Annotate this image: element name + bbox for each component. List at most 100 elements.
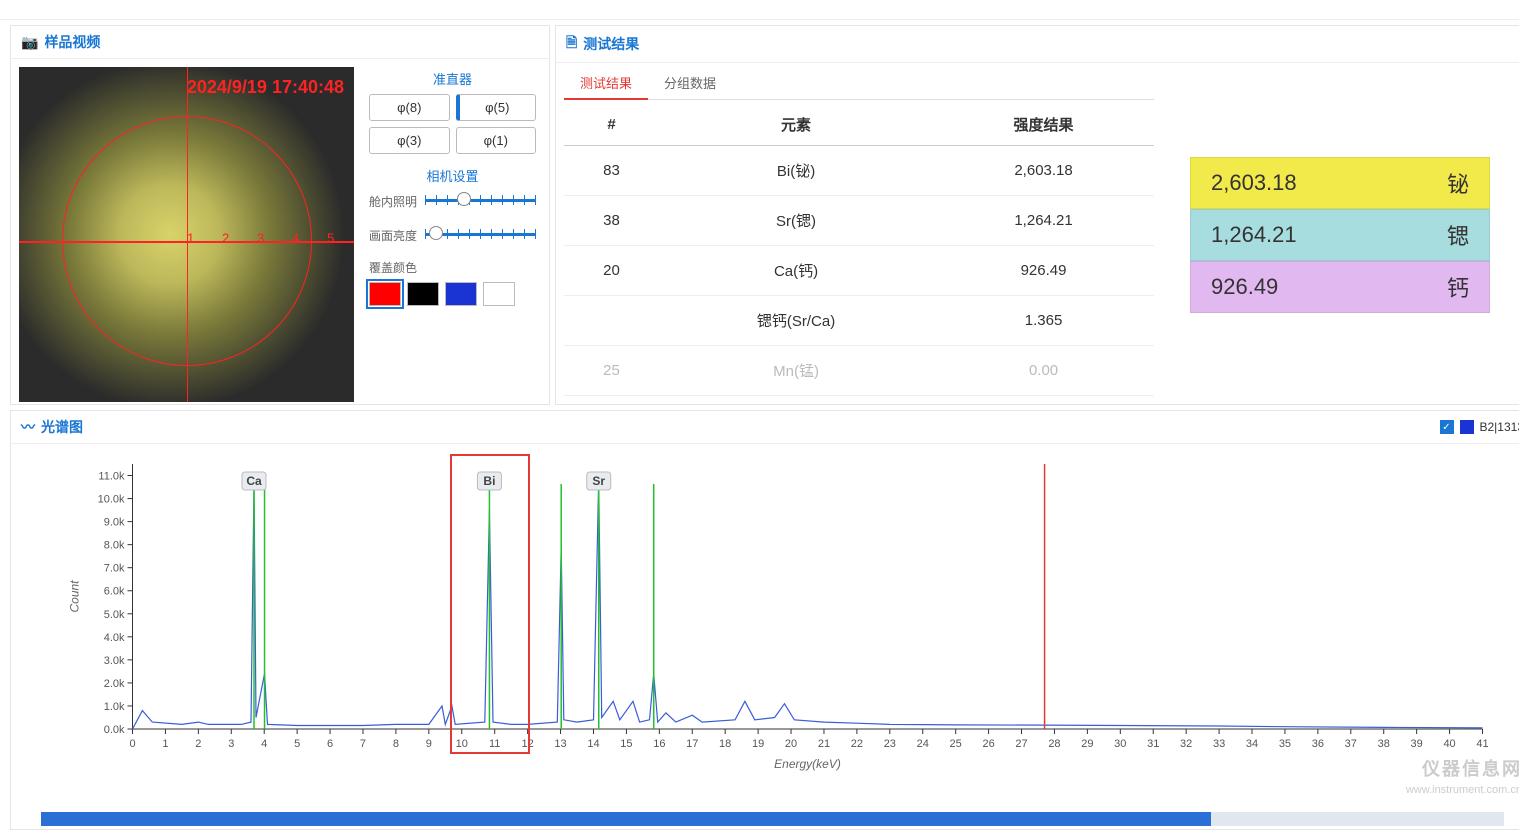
svg-text:39: 39 bbox=[1411, 738, 1423, 750]
spectrum-scrollbar[interactable] bbox=[41, 812, 1504, 826]
overlay-label: 覆盖颜色 bbox=[369, 259, 536, 276]
results-block-chart: 2,603.18铋1,264.21锶926.49钙 bbox=[1190, 157, 1490, 313]
brightness-label: 画面亮度 bbox=[369, 227, 425, 244]
svg-text:32: 32 bbox=[1180, 738, 1192, 750]
color-swatch[interactable] bbox=[445, 282, 477, 306]
cell: 2,603.18 bbox=[933, 146, 1154, 196]
svg-text:18: 18 bbox=[719, 738, 731, 750]
cell: Ca(钙) bbox=[659, 246, 933, 296]
tab[interactable]: 分组数据 bbox=[648, 67, 732, 99]
tab[interactable]: 测试结果 bbox=[564, 67, 648, 100]
svg-text:21: 21 bbox=[818, 738, 830, 750]
collimator-title: 准直器 bbox=[369, 69, 536, 88]
svg-text:7.0k: 7.0k bbox=[104, 563, 125, 575]
spectrum-chart[interactable]: 0.0k1.0k2.0k3.0k4.0k5.0k6.0k7.0k8.0k9.0k… bbox=[51, 454, 1504, 774]
collimator-button[interactable]: φ(8) bbox=[369, 94, 450, 121]
svg-text:22: 22 bbox=[851, 738, 863, 750]
svg-text:7: 7 bbox=[360, 738, 366, 750]
legend-checkbox[interactable]: ✓ bbox=[1440, 420, 1454, 434]
cell: 83 bbox=[564, 146, 659, 196]
svg-text:Bi: Bi bbox=[483, 474, 495, 488]
svg-text:34: 34 bbox=[1246, 738, 1258, 750]
svg-text:9: 9 bbox=[426, 738, 432, 750]
table-row[interactable]: 25Mn(锰)0.00 bbox=[564, 346, 1154, 396]
illum-slider[interactable] bbox=[425, 191, 536, 211]
block-element: 铋 bbox=[1429, 167, 1469, 199]
cell: Sr(锶) bbox=[659, 196, 933, 246]
svg-text:13: 13 bbox=[554, 738, 566, 750]
results-table: #元素强度结果 83Bi(铋)2,603.1838Sr(锶)1,264.2120… bbox=[564, 104, 1154, 396]
panel-title: 测试结果 bbox=[583, 34, 639, 54]
svg-text:0.0k: 0.0k bbox=[104, 724, 125, 736]
svg-text:4: 4 bbox=[261, 738, 267, 750]
cell: Mn(锰) bbox=[659, 346, 933, 396]
block-element: 钙 bbox=[1429, 271, 1469, 303]
cell: 38 bbox=[564, 196, 659, 246]
camera-icon: 📷 bbox=[21, 34, 38, 51]
svg-text:11.0k: 11.0k bbox=[98, 471, 125, 483]
svg-text:5: 5 bbox=[294, 738, 300, 750]
result-block: 2,603.18铋 bbox=[1190, 157, 1490, 209]
illum-label: 舱内照明 bbox=[369, 193, 425, 210]
sample-video-panel: 📷 样品视频 2024/9/19 17:40:48 12345 准直器 φ(8)… bbox=[10, 25, 550, 405]
svg-text:36: 36 bbox=[1312, 738, 1324, 750]
panel-title: 样品视频 bbox=[44, 32, 100, 52]
cell bbox=[564, 296, 659, 346]
svg-text:4.0k: 4.0k bbox=[104, 632, 125, 644]
svg-text:1.0k: 1.0k bbox=[104, 701, 125, 713]
scrollbar-thumb[interactable] bbox=[41, 812, 1211, 826]
svg-text:Sr: Sr bbox=[592, 474, 605, 488]
tabs: 测试结果分组数据 bbox=[564, 67, 1154, 100]
svg-text:0: 0 bbox=[129, 738, 135, 750]
collimator-button[interactable]: φ(3) bbox=[369, 127, 450, 154]
column-header: # bbox=[564, 104, 659, 146]
table-row[interactable]: 38Sr(锶)1,264.21 bbox=[564, 196, 1154, 246]
panel-title: 光谱图 bbox=[41, 417, 83, 437]
color-swatch[interactable] bbox=[407, 282, 439, 306]
panel-header: 🗎 测试结果 bbox=[556, 26, 1519, 63]
color-swatch[interactable] bbox=[369, 282, 401, 306]
svg-text:3: 3 bbox=[228, 738, 234, 750]
overlay-color-row bbox=[369, 282, 536, 306]
collimator-button[interactable]: φ(1) bbox=[456, 127, 537, 154]
cell: 20 bbox=[564, 246, 659, 296]
ruler-tick: 3 bbox=[257, 231, 264, 246]
svg-text:31: 31 bbox=[1147, 738, 1159, 750]
svg-text:19: 19 bbox=[752, 738, 764, 750]
svg-text:Count: Count bbox=[68, 580, 82, 613]
watermark: 仪器信息网 www.instrument.com.cn bbox=[1406, 757, 1519, 798]
svg-text:33: 33 bbox=[1213, 738, 1225, 750]
ruler-tick: 1 bbox=[187, 231, 194, 246]
svg-text:12: 12 bbox=[521, 738, 533, 750]
legend-swatch bbox=[1460, 420, 1474, 434]
svg-text:10: 10 bbox=[456, 738, 468, 750]
svg-text:35: 35 bbox=[1279, 738, 1291, 750]
result-block: 1,264.21锶 bbox=[1190, 209, 1490, 261]
color-swatch[interactable] bbox=[483, 282, 515, 306]
brightness-slider[interactable] bbox=[425, 225, 536, 245]
svg-text:8.0k: 8.0k bbox=[104, 540, 125, 552]
column-header: 元素 bbox=[659, 104, 933, 146]
cell: 0.00 bbox=[933, 346, 1154, 396]
svg-text:25: 25 bbox=[950, 738, 962, 750]
svg-text:8: 8 bbox=[393, 738, 399, 750]
svg-text:9.0k: 9.0k bbox=[104, 517, 125, 529]
svg-text:2.0k: 2.0k bbox=[104, 678, 125, 690]
collimator-grid: φ(8)φ(5)φ(3)φ(1) bbox=[369, 94, 536, 154]
block-element: 锶 bbox=[1429, 219, 1469, 251]
cell: 25 bbox=[564, 346, 659, 396]
table-row[interactable]: 锶钙(Sr/Ca)1.365 bbox=[564, 296, 1154, 346]
collimator-button[interactable]: φ(5) bbox=[456, 94, 537, 121]
svg-text:26: 26 bbox=[982, 738, 994, 750]
cell: 锶钙(Sr/Ca) bbox=[659, 296, 933, 346]
svg-text:20: 20 bbox=[785, 738, 797, 750]
test-results-panel: 🗎 测试结果 测试结果分组数据 #元素强度结果 83Bi(铋)2,603.183… bbox=[555, 25, 1519, 405]
spectrum-icon: 〰 bbox=[21, 417, 35, 437]
list-icon: 🗎 bbox=[566, 32, 577, 56]
sample-video-viewport[interactable]: 2024/9/19 17:40:48 12345 bbox=[19, 67, 354, 402]
table-row[interactable]: 20Ca(钙)926.49 bbox=[564, 246, 1154, 296]
ruler-tick: 2 bbox=[222, 231, 229, 246]
result-block: 926.49钙 bbox=[1190, 261, 1490, 313]
svg-text:41: 41 bbox=[1476, 738, 1488, 750]
table-row[interactable]: 83Bi(铋)2,603.18 bbox=[564, 146, 1154, 196]
